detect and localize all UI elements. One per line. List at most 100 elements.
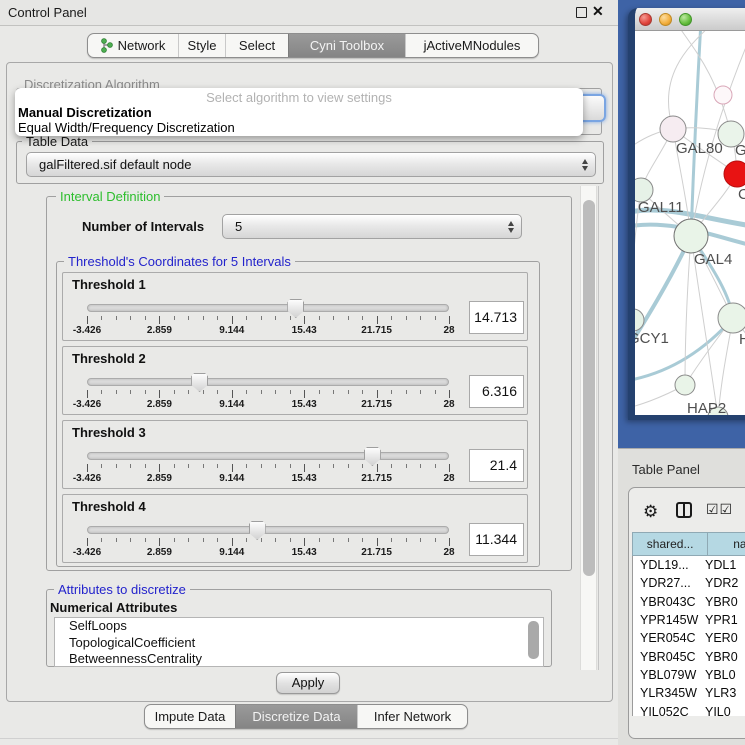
slider-ticks [87, 538, 449, 546]
slider-tick [275, 464, 276, 468]
threshold-1-slider[interactable] [87, 304, 449, 312]
slider-tick [188, 390, 189, 394]
network-node-hap2[interactable] [675, 375, 695, 395]
slider-tick [174, 316, 175, 320]
list-item[interactable]: BetweennessCentrality [55, 651, 543, 667]
gear-icon[interactable]: ⚙ [643, 502, 658, 522]
network-node-selected-red[interactable] [724, 161, 745, 187]
threshold-4-slider[interactable] [87, 526, 449, 534]
network-node-gal4[interactable] [674, 219, 708, 253]
close-icon[interactable]: ✕ [592, 3, 604, 20]
popup-option-equal-width[interactable]: Equal Width/Frequency Discretization [15, 120, 583, 135]
num-intervals-combo[interactable]: 5 [222, 214, 522, 239]
table-data-combo[interactable]: galFiltered.sif default node [26, 152, 596, 177]
network-node[interactable] [718, 303, 745, 333]
threshold-2-slider[interactable] [87, 378, 449, 386]
node-label-c: C [738, 186, 745, 203]
table-data-group-title: Table Data [22, 134, 92, 149]
slider-tick [101, 390, 102, 394]
slider-tick [435, 464, 436, 468]
slider-tick-label: 9.144 [219, 399, 244, 410]
network-node-gal80[interactable] [660, 116, 686, 142]
slider-tick-label: 21.715 [361, 547, 392, 558]
network-view-window[interactable]: GAL80GAGAL11CGAL4GCY1HHAP2 [628, 8, 745, 420]
slider-tick [333, 390, 334, 394]
column-header-name[interactable]: na [708, 532, 745, 556]
tab-style[interactable]: Style [178, 34, 225, 57]
slider-tick-label: 9.144 [219, 473, 244, 484]
close-traffic-light[interactable] [639, 13, 652, 26]
cell-name: YER0 [705, 631, 738, 645]
slider-tick [188, 464, 189, 468]
apply-button[interactable]: Apply [276, 672, 340, 694]
vertical-scrollbar[interactable] [580, 186, 597, 670]
list-item[interactable]: SelfLoops [55, 618, 543, 635]
network-canvas[interactable]: GAL80GAGAL11CGAL4GCY1HHAP2 [635, 31, 745, 415]
slider-tick-label: 2.859 [147, 399, 172, 410]
threshold-label: Threshold 3 [72, 425, 146, 440]
slider-tick [319, 464, 320, 468]
slider-ticks [87, 316, 449, 324]
table-panel-title: Table Panel [632, 462, 700, 477]
slider-tick [159, 464, 160, 472]
tab-cyni-toolbox[interactable]: Cyni Toolbox [288, 34, 405, 57]
zoom-traffic-light[interactable] [679, 13, 692, 26]
popup-placeholder-option[interactable]: Select algorithm to view settings [15, 88, 583, 105]
threshold-3-slider[interactable] [87, 452, 449, 460]
column-header-shared-name[interactable]: shared... [632, 532, 708, 556]
table-row[interactable]: YBR043CYBR0 [633, 593, 745, 611]
vertical-scrollbar-thumb[interactable] [583, 200, 595, 576]
tab-infer-network[interactable]: Infer Network [357, 705, 467, 728]
slider-tick [406, 464, 407, 468]
threshold-3-value-field[interactable]: 21.4 [469, 449, 524, 482]
slider-tick-label: -3.426 [73, 399, 101, 410]
list-scrollbar-thumb[interactable] [528, 621, 539, 659]
tab-network[interactable]: Network [88, 34, 178, 57]
table-panel-region: Table Panel ⚙ ☑☑ shared... na YDL19...YD… [618, 448, 745, 745]
network-icon [101, 38, 113, 53]
slider-tick [101, 464, 102, 468]
threshold-2-value-field[interactable]: 6.316 [469, 375, 524, 408]
tab-impute-data[interactable]: Impute Data [145, 705, 235, 728]
checkbox-icons[interactable]: ☑☑ [706, 501, 733, 518]
slider-tick [319, 390, 320, 394]
float-window-icon[interactable] [576, 7, 587, 18]
table-row[interactable]: YBR045CYBR0 [633, 647, 745, 665]
table-row[interactable]: YER054CYER0 [633, 629, 745, 647]
columns-icon[interactable] [676, 502, 692, 518]
tab-jactivemnodules[interactable]: jActiveMNodules [405, 34, 538, 57]
num-intervals-value: 5 [235, 219, 242, 234]
slider-tick [261, 390, 262, 394]
slider-tick-labels: -3.4262.8599.14415.4321.71528 [87, 399, 449, 411]
minimize-traffic-light[interactable] [659, 13, 672, 26]
threshold-label: Threshold 2 [72, 351, 146, 366]
node-label-gal80: GAL80 [676, 140, 723, 157]
table-row[interactable]: YPR145WYPR1 [633, 611, 745, 629]
network-graph[interactable] [635, 31, 745, 415]
slider-tick [290, 316, 291, 320]
slider-tick [275, 316, 276, 320]
slider-tick-label: -3.426 [73, 547, 101, 558]
slider-tick-label: 2.859 [147, 325, 172, 336]
list-item[interactable]: TopologicalCoefficient [55, 635, 543, 652]
slider-tick [159, 390, 160, 398]
network-window-titlebar[interactable] [635, 8, 745, 31]
tab-label: Network [118, 38, 166, 53]
slider-tick [203, 538, 204, 542]
threshold-4-value-field[interactable]: 11.344 [469, 523, 524, 556]
network-node[interactable] [714, 86, 732, 104]
slider-tick-labels: -3.4262.8599.14415.4321.71528 [87, 325, 449, 337]
table-row[interactable]: YLR345WYLR3 [633, 684, 745, 702]
table-row[interactable]: YDR27...YDR2 [633, 574, 745, 592]
slider-tick [304, 390, 305, 398]
threshold-1-value-field[interactable]: 14.713 [469, 301, 524, 334]
table-row[interactable]: YDL19...YDL1 [633, 556, 745, 574]
tab-discretize-data[interactable]: Discretize Data [235, 705, 357, 728]
table-row[interactable]: YIL052CYIL0 [633, 702, 745, 716]
node-label-gal4: GAL4 [694, 251, 732, 268]
settings-scrollpane: Interval Definition Number of Intervals … [16, 186, 598, 670]
tab-select[interactable]: Select [225, 34, 288, 57]
table-row[interactable]: YBL079WYBL0 [633, 666, 745, 684]
table-data-combo-value: galFiltered.sif default node [39, 157, 191, 172]
popup-option-manual-discretization[interactable]: Manual Discretization [15, 105, 583, 120]
